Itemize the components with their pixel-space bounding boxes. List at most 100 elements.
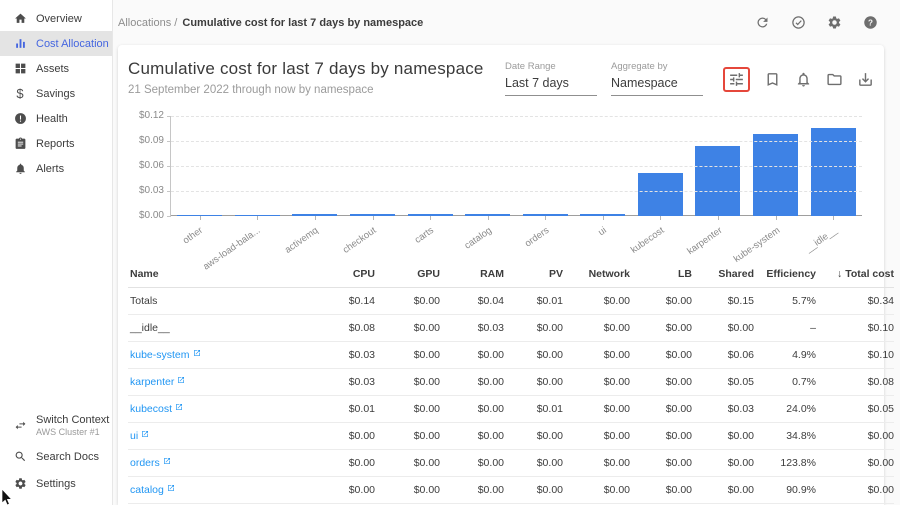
chart-bar-slot — [459, 116, 517, 216]
gear-icon[interactable] — [827, 15, 842, 30]
refresh-icon[interactable] — [755, 15, 770, 30]
x-axis-label: catalog — [462, 225, 493, 252]
x-axis-label: activemq — [283, 225, 320, 256]
namespace-link[interactable]: karpenter — [130, 376, 174, 388]
sidebar-item-alerts[interactable]: Alerts — [0, 156, 112, 181]
cell-value: $0.03 — [692, 395, 754, 422]
namespace-link[interactable]: orders — [130, 457, 160, 469]
row-name: __idle__ — [128, 314, 313, 341]
sidebar-item-health[interactable]: Health — [0, 106, 112, 131]
external-link-icon[interactable] — [167, 483, 175, 495]
column-header-ram[interactable]: RAM — [440, 262, 504, 287]
cell-value: $0.00 — [375, 341, 440, 368]
swap-icon — [13, 419, 27, 432]
cell-value: $0.00 — [692, 476, 754, 503]
column-header-shared[interactable]: Shared — [692, 262, 754, 287]
cell-value: $0.00 — [630, 422, 692, 449]
cell-value: 4.9% — [754, 341, 816, 368]
sidebar-item-switch-context[interactable]: Switch Context AWS Cluster #1 — [0, 407, 112, 443]
bookmark-icon[interactable] — [764, 71, 781, 88]
cell-value: $0.00 — [504, 314, 563, 341]
chart-bar-slot — [747, 116, 805, 216]
cell-value: $0.00 — [504, 422, 563, 449]
namespace-link[interactable]: catalog — [130, 484, 164, 496]
sidebar-item-label: Assets — [36, 63, 69, 75]
aggregate-by-select[interactable]: Aggregate by Namespace — [611, 61, 703, 96]
cell-value: $0.06 — [692, 341, 754, 368]
cell-value: $0.00 — [563, 476, 630, 503]
cell-value: $0.00 — [563, 422, 630, 449]
sidebar-footer: Switch Context AWS Cluster #1 Search Doc… — [0, 407, 112, 497]
table-row-karpenter: karpenter$0.03$0.00$0.00$0.00$0.00$0.00$… — [128, 368, 894, 395]
cell-value: $0.00 — [630, 314, 692, 341]
column-header-network[interactable]: Network — [563, 262, 630, 287]
column-header-name[interactable]: Name — [128, 262, 313, 287]
column-header-pv[interactable]: PV — [504, 262, 563, 287]
chart-bar-slot — [344, 116, 402, 216]
cell-value: $0.00 — [563, 368, 630, 395]
namespace-link[interactable]: kube-system — [130, 349, 190, 361]
sidebar-item-search-docs[interactable]: Search Docs — [0, 443, 112, 470]
cell-value: $0.00 — [375, 395, 440, 422]
x-axis-label: kubecost — [629, 225, 666, 256]
cell-value: $0.05 — [816, 395, 894, 422]
external-link-icon[interactable] — [177, 375, 185, 387]
date-range-select[interactable]: Date Range Last 7 days — [505, 61, 597, 96]
cell-value: $0.00 — [375, 287, 440, 314]
bar-__idle__[interactable] — [811, 128, 856, 216]
alerts-bell-icon — [13, 162, 27, 175]
reports-icon — [13, 137, 27, 150]
allocations-table: NameCPUGPURAMPVNetworkLBSharedEfficiency… — [128, 262, 894, 504]
x-axis-label: other — [181, 225, 205, 246]
chart-bar-slot — [171, 116, 229, 216]
date-range-value[interactable]: Last 7 days — [505, 72, 597, 96]
column-header-lb[interactable]: LB — [630, 262, 692, 287]
cell-value: $0.00 — [630, 341, 692, 368]
topbar: Allocations / Cumulative cost for last 7… — [113, 0, 900, 45]
bar-kube-system[interactable] — [753, 134, 798, 216]
column-header-total-cost[interactable]: ↓Total cost — [816, 262, 894, 287]
kubecost-app: OverviewCost Allocation Assets $SavingsHea… — [0, 0, 900, 505]
bar-kubecost[interactable] — [638, 173, 683, 216]
help-icon[interactable]: ? — [863, 15, 878, 30]
sidebar-item-settings[interactable]: Settings — [0, 470, 112, 497]
gear-icon — [13, 477, 27, 490]
table-row-__idle__: __idle__$0.08$0.00$0.03$0.00$0.00$0.00$0… — [128, 314, 894, 341]
chart-bar-slot — [804, 116, 862, 216]
sidebar-item-assets[interactable]: Assets — [0, 56, 112, 81]
check-circle-icon[interactable] — [791, 15, 806, 30]
bell-icon[interactable] — [795, 71, 812, 88]
page-title: Cumulative cost for last 7 days by names… — [128, 59, 484, 79]
cell-value: 90.9% — [754, 476, 816, 503]
table-header-row: NameCPUGPURAMPVNetworkLBSharedEfficiency… — [128, 262, 894, 287]
aggregate-by-value[interactable]: Namespace — [611, 72, 703, 96]
bar-karpenter[interactable] — [695, 146, 740, 216]
sidebar-item-savings[interactable]: $Savings — [0, 81, 112, 106]
svg-text:?: ? — [868, 18, 873, 27]
tune-icon[interactable] — [728, 71, 745, 88]
breadcrumb-allocations[interactable]: Allocations — [118, 17, 171, 29]
folder-icon[interactable] — [826, 71, 843, 88]
cell-value: $0.00 — [504, 449, 563, 476]
sidebar-item-reports[interactable]: Reports — [0, 131, 112, 156]
column-header-cpu[interactable]: CPU — [313, 262, 375, 287]
external-link-icon[interactable] — [193, 348, 201, 360]
external-link-icon[interactable] — [175, 402, 183, 414]
column-header-efficiency[interactable]: Efficiency — [754, 262, 816, 287]
namespace-link[interactable]: ui — [130, 430, 138, 442]
external-link-icon[interactable] — [141, 429, 149, 441]
cell-value: $0.00 — [375, 368, 440, 395]
cost-bar-chart: otheraws-load-bala...activemqcheckoutcar… — [128, 116, 874, 254]
sidebar-item-overview[interactable]: Overview — [0, 6, 112, 31]
sidebar-item-cost-allocation[interactable]: Cost Allocation — [0, 31, 112, 56]
download-icon[interactable] — [857, 71, 874, 88]
external-link-icon[interactable] — [163, 456, 171, 468]
cell-value: $0.00 — [816, 449, 894, 476]
cell-value: $0.00 — [816, 476, 894, 503]
cell-value: $0.00 — [692, 422, 754, 449]
namespace-link[interactable]: kubecost — [130, 403, 172, 415]
cell-value: $0.00 — [504, 341, 563, 368]
cell-value: $0.00 — [563, 287, 630, 314]
cell-value: $0.00 — [440, 422, 504, 449]
column-header-gpu[interactable]: GPU — [375, 262, 440, 287]
